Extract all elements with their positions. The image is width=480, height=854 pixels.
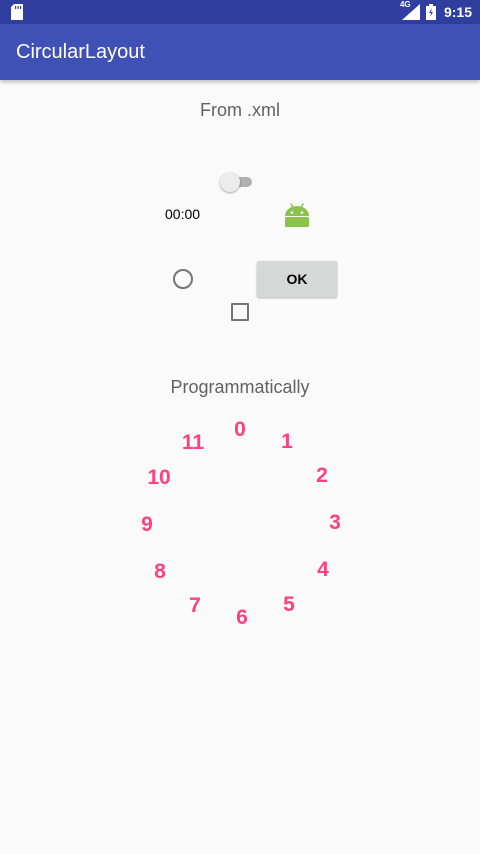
chronometer: 00:00 [165,206,201,222]
ok-button[interactable]: OK [257,261,337,297]
app-bar: CircularLayout [0,24,480,80]
android-robot-icon [285,203,309,227]
checkbox[interactable] [231,303,249,321]
signal-icon: 4G [400,0,420,20]
status-bar: 4G 9:15 [0,0,480,24]
dial-number: 9 [141,513,153,536]
dial-number: 5 [283,593,295,616]
app-title: CircularLayout [16,41,145,63]
dial-number: 0 [234,418,246,441]
toggle-switch[interactable] [220,172,252,192]
switch-thumb [220,172,240,192]
battery-icon [425,4,436,20]
dial-number: 7 [189,594,201,617]
dial-number: 1 [281,430,293,453]
dial-number: 6 [236,606,248,629]
dial-number: 4 [317,558,329,581]
dial-number: 8 [154,560,166,583]
xml-section-label: From .xml [200,100,280,120]
sd-card-icon [11,4,23,20]
radio-button[interactable] [173,269,193,289]
network-type: 4G [399,0,411,9]
dial-number: 3 [329,511,341,534]
dial-number: 2 [316,464,328,487]
status-time: 9:15 [443,4,472,20]
dial-number: 10 [147,466,171,489]
programmatic-section-label: Programmatically [170,377,310,397]
dial-number: 11 [181,431,205,454]
